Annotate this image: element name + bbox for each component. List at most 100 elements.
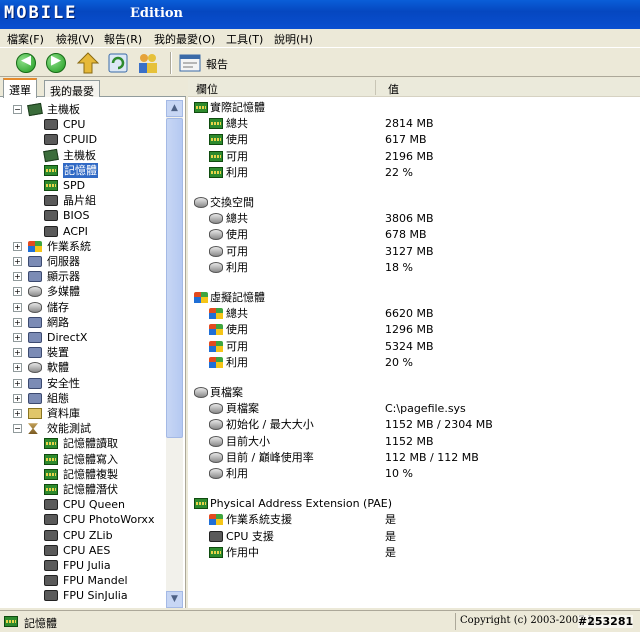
detail-row[interactable]: 作用中 是	[188, 545, 640, 561]
expand-icon[interactable]: +	[13, 409, 22, 418]
detail-row[interactable]: 可用 2196 MB	[188, 149, 640, 165]
menu-favorites[interactable]: 我的最愛(O)	[154, 31, 215, 47]
tree-item[interactable]: + DirectX	[0, 330, 166, 345]
section-title: 交換空間	[210, 196, 254, 209]
expand-icon[interactable]: +	[13, 393, 22, 403]
expand-icon[interactable]: +	[13, 348, 22, 358]
tab-menu[interactable]: 選單	[3, 78, 37, 98]
tree-item[interactable]: 主機板	[0, 148, 166, 163]
menu-file[interactable]: 檔案(F)	[7, 31, 44, 47]
report-label[interactable]: 報告	[206, 56, 228, 72]
expand-icon[interactable]: +	[13, 287, 22, 297]
column-value[interactable]: 值	[388, 81, 399, 97]
tree-item[interactable]: FPU SinJulia	[0, 588, 166, 603]
scroll-down-button[interactable]: ▼	[166, 591, 183, 608]
users-button[interactable]	[136, 51, 160, 75]
tree-item[interactable]: FPU Julia	[0, 558, 166, 573]
tree-item[interactable]: 記憶體	[0, 162, 166, 178]
tree-item[interactable]: + 作業系統	[0, 239, 166, 254]
refresh-button[interactable]	[106, 51, 130, 75]
toolbar: ◀ ▶ 報告	[0, 47, 640, 77]
detail-row[interactable]: 頁檔案 C:\pagefile.sys	[188, 401, 640, 417]
tree-item[interactable]: ACPI	[0, 224, 166, 239]
expand-icon[interactable]: +	[13, 272, 22, 282]
tree-item[interactable]: + 多媒體	[0, 284, 166, 299]
tree-item-label: CPU ZLib	[63, 528, 113, 542]
menu-view[interactable]: 檢視(V)	[56, 31, 94, 47]
tree-item[interactable]: 記憶體寫入	[0, 452, 166, 467]
detail-row[interactable]: 利用 18 %	[188, 260, 640, 276]
expand-icon[interactable]: +	[13, 378, 22, 388]
tree-item[interactable]: + 組態	[0, 391, 166, 406]
expand-icon[interactable]: +	[13, 317, 22, 327]
detail-row[interactable]: 使用 1296 MB	[188, 322, 640, 338]
menu-help[interactable]: 說明(H)	[274, 31, 313, 47]
detail-row[interactable]: CPU 支援 是	[188, 529, 640, 545]
tree-item[interactable]: CPUID	[0, 132, 166, 147]
column-field[interactable]: 欄位	[196, 81, 218, 97]
menu-tools[interactable]: 工具(T)	[226, 31, 263, 47]
up-button[interactable]	[76, 51, 100, 75]
tree-item[interactable]: BIOS	[0, 208, 166, 223]
tree-item[interactable]: CPU AES	[0, 543, 166, 558]
tree-item[interactable]: + 伺服器	[0, 254, 166, 269]
tree-item[interactable]: + 安全性	[0, 376, 166, 391]
forward-button[interactable]: ▶	[44, 51, 68, 75]
tree-item[interactable]: + 資料庫	[0, 406, 166, 421]
detail-row[interactable]: 目前 / 巔峰使用率 112 MB / 112 MB	[188, 450, 640, 466]
disk-icon	[194, 197, 208, 208]
report-button[interactable]	[178, 51, 202, 75]
tree-item[interactable]: − 主機板	[0, 102, 166, 117]
expand-icon[interactable]: +	[13, 257, 22, 266]
back-button[interactable]: ◀	[14, 51, 38, 75]
detail-row[interactable]: 總共 3806 MB	[188, 211, 640, 227]
tree-item-label: ACPI	[63, 224, 88, 238]
expand-icon[interactable]: +	[13, 302, 22, 312]
tree-item[interactable]: − 效能測試	[0, 421, 166, 436]
tree-item[interactable]: + 裝置	[0, 345, 166, 360]
expand-icon[interactable]: +	[13, 363, 22, 373]
ram-icon	[209, 134, 223, 146]
tree-item[interactable]: + 網路	[0, 315, 166, 330]
column-separator[interactable]	[375, 80, 376, 95]
tree-item[interactable]: 晶片組	[0, 193, 166, 208]
tree-item[interactable]: 記憶體讀取	[0, 436, 166, 451]
section-title: 虛擬記憶體	[210, 291, 265, 304]
detail-row[interactable]: 作業系統支援 是	[188, 512, 640, 528]
tree-item[interactable]: + 顯示器	[0, 269, 166, 284]
expand-icon[interactable]: +	[13, 241, 22, 251]
detail-row[interactable]: 利用 10 %	[188, 466, 640, 482]
scroll-thumb[interactable]	[166, 118, 183, 438]
detail-row[interactable]: 總共 2814 MB	[188, 116, 640, 132]
detail-row[interactable]: 可用 5324 MB	[188, 339, 640, 355]
tree-item[interactable]: 記憶體潛伏	[0, 482, 166, 497]
tree-item[interactable]: CPU PhotoWorxx	[0, 512, 166, 527]
detail-row[interactable]: 使用 678 MB	[188, 227, 640, 243]
detail-row[interactable]: 目前大小 1152 MB	[188, 434, 640, 450]
detail-row[interactable]: 總共 6620 MB	[188, 306, 640, 322]
tree-item-label: 主機板	[47, 103, 80, 116]
tree-item-label: FPU Mandel	[63, 574, 128, 588]
detail-row[interactable]: 初始化 / 最大大小 1152 MB / 2304 MB	[188, 417, 640, 433]
tree-item[interactable]: CPU ZLib	[0, 528, 166, 543]
expand-icon[interactable]: +	[13, 333, 22, 342]
tree-item[interactable]: 記憶體複製	[0, 467, 166, 482]
collapse-icon[interactable]: −	[13, 105, 22, 114]
detail-row[interactable]: 可用 3127 MB	[188, 244, 640, 260]
tree-item[interactable]: CPU	[0, 117, 166, 132]
detail-row[interactable]: 利用 22 %	[188, 165, 640, 181]
collapse-icon[interactable]: −	[13, 424, 22, 434]
scroll-up-button[interactable]: ▲	[166, 100, 183, 117]
field-label: 總共	[226, 212, 248, 226]
tree-item[interactable]: SPD	[0, 178, 166, 193]
menu-report[interactable]: 報告(R)	[104, 31, 142, 47]
tree-item[interactable]: + 軟體	[0, 360, 166, 375]
detail-row[interactable]: 利用 20 %	[188, 355, 640, 371]
tab-favorites[interactable]: 我的最愛	[44, 80, 100, 98]
tree-item[interactable]: FPU Mandel	[0, 573, 166, 588]
detail-row[interactable]: 使用 617 MB	[188, 132, 640, 148]
tree-scrollbar[interactable]: ▲ ▼	[166, 100, 183, 608]
chip-icon	[44, 590, 58, 602]
tree-item[interactable]: + 儲存	[0, 300, 166, 315]
tree-item[interactable]: CPU Queen	[0, 497, 166, 512]
